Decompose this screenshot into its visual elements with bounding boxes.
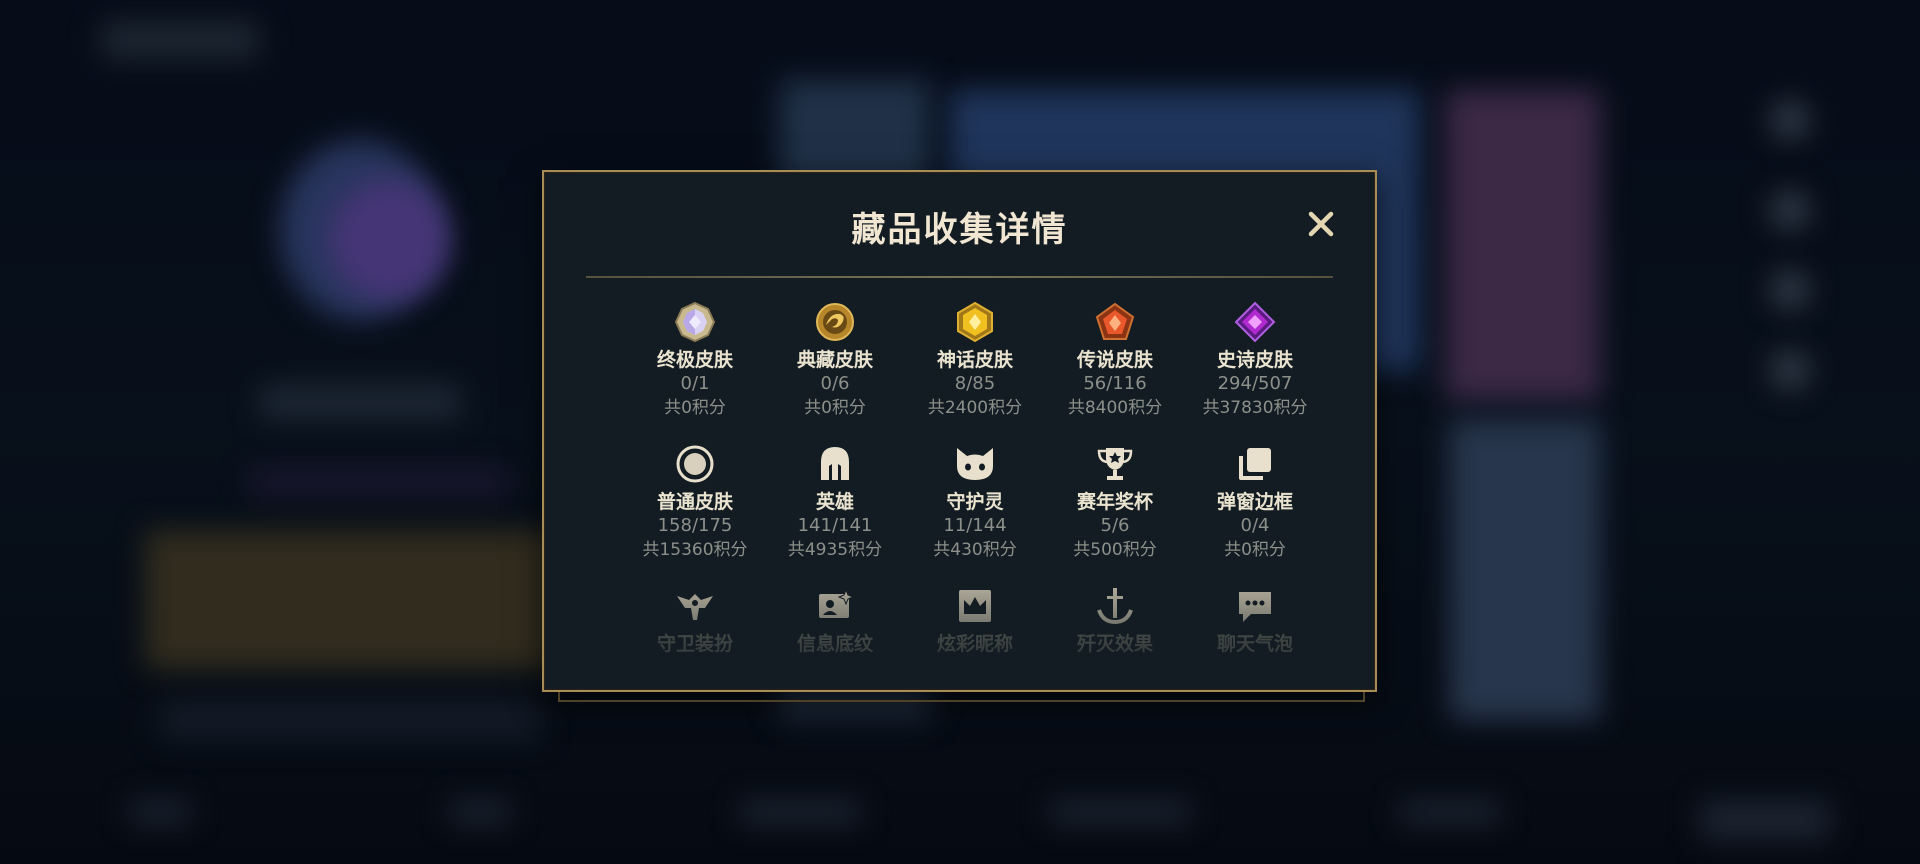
item-count: 8/85	[954, 373, 996, 394]
item-points: 共0积分	[1224, 540, 1286, 560]
legendary-gem-icon	[1093, 300, 1137, 344]
item-points: 共0积分	[664, 398, 726, 418]
modal-title: 藏品收集详情	[851, 210, 1068, 250]
item-points: 共15360积分	[642, 540, 748, 560]
ultimate-gem-icon	[673, 300, 717, 344]
item-count: 141/141	[797, 515, 873, 536]
collection-item-epic-skin[interactable]: 史诗皮肤 294/507 共37830积分	[1200, 300, 1310, 420]
item-name: 典藏皮肤	[796, 349, 873, 371]
collection-item-champion[interactable]: 英雄 141/141 共4935积分	[780, 442, 890, 562]
collection-grid: 终极皮肤 0/1 共0积分 典藏皮肤 0/6 共0积分 神话皮肤 8/85 共2…	[640, 300, 1310, 680]
item-points: 共2400积分	[927, 398, 1023, 418]
collection-item-companion[interactable]: 守护灵 11/144 共430积分	[920, 442, 1030, 562]
collection-item-info-background[interactable]: 信息底纹	[780, 584, 890, 656]
item-points: 共8400积分	[1067, 398, 1163, 418]
item-points: 共0积分	[804, 398, 866, 418]
mythic-gem-icon	[953, 300, 997, 344]
item-name: 守护灵	[946, 491, 1004, 513]
item-name: 神话皮肤	[936, 349, 1013, 371]
helmet-icon	[813, 442, 857, 486]
item-count: 0/1	[680, 373, 710, 394]
modal-underline	[558, 692, 1365, 702]
item-count: 5/6	[1100, 515, 1130, 536]
close-button[interactable]	[1303, 206, 1339, 242]
item-points: 共430积分	[933, 540, 1017, 560]
anchor-sword-icon	[1093, 584, 1137, 628]
item-points: 共37830积分	[1202, 398, 1308, 418]
circle-ring-icon	[673, 442, 717, 486]
item-name: 终极皮肤	[656, 349, 733, 371]
item-count: 158/175	[657, 515, 733, 536]
item-count: 56/116	[1083, 373, 1147, 394]
item-name: 歼灭效果	[1076, 633, 1153, 655]
collection-item-mythic-skin[interactable]: 神话皮肤 8/85 共2400积分	[920, 300, 1030, 420]
item-count: 11/144	[943, 515, 1007, 536]
collection-item-common-skin[interactable]: 普通皮肤 158/175 共15360积分	[640, 442, 750, 562]
collection-item-ultimate-skin[interactable]: 终极皮肤 0/1 共0积分	[640, 300, 750, 420]
ward-icon	[673, 584, 717, 628]
item-name: 聊天气泡	[1216, 633, 1293, 655]
item-name: 普通皮肤	[656, 491, 733, 513]
item-name: 传说皮肤	[1076, 349, 1153, 371]
close-icon	[1308, 211, 1334, 237]
chat-bubble-icon	[1233, 584, 1277, 628]
collection-item-ward-skin[interactable]: 守卫装扮	[640, 584, 750, 656]
title-divider	[586, 276, 1333, 278]
item-name: 信息底纹	[796, 633, 873, 655]
collection-row: 终极皮肤 0/1 共0积分 典藏皮肤 0/6 共0积分 神话皮肤 8/85 共2…	[640, 300, 1310, 420]
item-name: 弹窗边框	[1216, 491, 1293, 513]
collection-item-season-trophy[interactable]: 赛年奖杯 5/6 共500积分	[1060, 442, 1170, 562]
collection-item-chat-bubble[interactable]: 聊天气泡	[1200, 584, 1310, 656]
crown-frame-icon	[953, 584, 997, 628]
collection-item-colorful-nickname[interactable]: 炫彩昵称	[920, 584, 1030, 656]
stacked-frames-icon	[1233, 442, 1277, 486]
collection-item-prestige-skin[interactable]: 典藏皮肤 0/6 共0积分	[780, 300, 890, 420]
dragon-medal-icon	[813, 300, 857, 344]
collection-item-annihilation-effect[interactable]: 歼灭效果	[1060, 584, 1170, 656]
collection-row: 普通皮肤 158/175 共15360积分 英雄 141/141 共4935积分	[640, 442, 1310, 562]
collection-item-popup-frame[interactable]: 弹窗边框 0/4 共0积分	[1200, 442, 1310, 562]
id-card-sparkle-icon	[813, 584, 857, 628]
item-name: 史诗皮肤	[1216, 349, 1293, 371]
item-count: 294/507	[1217, 373, 1293, 394]
collection-details-modal: 藏品收集详情 终极皮肤 0/1 共0积分 典藏皮肤 0/6 共0积分 神话皮肤 …	[542, 170, 1377, 692]
epic-gem-icon	[1233, 300, 1277, 344]
item-points: 共500积分	[1073, 540, 1157, 560]
trophy-icon	[1093, 442, 1137, 486]
item-name: 炫彩昵称	[936, 633, 1013, 655]
item-count: 0/6	[820, 373, 850, 394]
item-name: 英雄	[815, 491, 854, 513]
item-points: 共4935积分	[787, 540, 883, 560]
item-name: 赛年奖杯	[1076, 491, 1153, 513]
collection-row: 守卫装扮 信息底纹 炫彩昵称 歼灭效果 聊天气泡	[640, 584, 1310, 656]
collection-item-legendary-skin[interactable]: 传说皮肤 56/116 共8400积分	[1060, 300, 1170, 420]
cat-face-icon	[953, 442, 997, 486]
item-count: 0/4	[1240, 515, 1270, 536]
item-name: 守卫装扮	[656, 633, 733, 655]
